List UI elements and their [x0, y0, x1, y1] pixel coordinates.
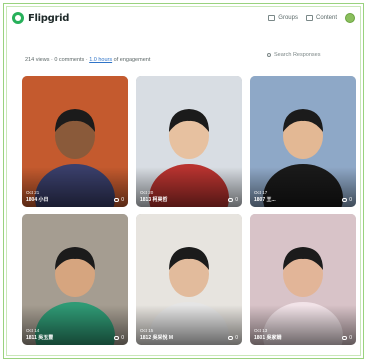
card-meta: Oct 20 1813 柯昊哲: [140, 190, 238, 203]
comment-count: 0: [121, 335, 124, 341]
nav-groups[interactable]: Groups: [268, 15, 298, 21]
card-meta: Oct 14 1811 吳玉豐: [26, 328, 124, 341]
search-input[interactable]: Search Responses: [267, 49, 349, 60]
card-comments[interactable]: 0: [342, 197, 352, 203]
stats-prefix: 214 views · 0 comments ·: [25, 57, 90, 63]
card-comments[interactable]: 0: [114, 335, 124, 341]
response-card[interactable]: Oct 20 1813 柯昊哲 0: [136, 76, 242, 207]
comment-icon: [114, 336, 120, 340]
top-bar: Flipgrid Groups Content: [12, 12, 355, 28]
card-meta: Oct 17 1807 王...: [254, 190, 352, 203]
card-date: Oct 21: [26, 190, 40, 195]
engagement-hours-link[interactable]: 1.0 hours: [89, 57, 112, 63]
card-date: Oct 14: [26, 328, 40, 333]
search-icon: [267, 52, 271, 57]
response-card[interactable]: Oct 13 1801 吳家姍 0: [250, 214, 356, 345]
search-placeholder: Search Responses: [274, 51, 321, 58]
nav-content[interactable]: Content: [305, 15, 337, 21]
response-card[interactable]: Oct 14 1811 吳玉豐 0: [22, 214, 128, 345]
stats-suffix: of engagement: [112, 57, 151, 63]
comment-count: 0: [121, 197, 124, 203]
comment-icon: [228, 336, 234, 340]
comment-count: 0: [349, 335, 352, 341]
card-name: 1813 柯昊哲: [140, 197, 168, 203]
card-meta: Oct 21 1804 小日: [26, 190, 124, 203]
groups-icon: [268, 15, 276, 21]
logo-text: Flipgrid: [28, 12, 70, 24]
content-icon: [305, 15, 313, 21]
card-comments[interactable]: 0: [228, 197, 238, 203]
comment-count: 0: [235, 197, 238, 203]
card-meta: Oct 15 1812 吳采悅 M: [140, 328, 238, 341]
card-date: Oct 13: [254, 328, 268, 333]
card-name: 1807 王...: [254, 197, 276, 203]
response-card[interactable]: Oct 17 1807 王... 0: [250, 76, 356, 207]
comment-icon: [114, 198, 120, 202]
card-date: Oct 20: [140, 190, 154, 195]
card-name: 1801 吳家姍: [254, 335, 282, 341]
card-name: 1812 吳采悅 M: [140, 335, 174, 341]
card-name: 1804 小日: [26, 197, 49, 203]
comment-count: 0: [349, 197, 352, 203]
comment-icon: [342, 198, 348, 202]
card-date: Oct 17: [254, 190, 268, 195]
flipgrid-logo-icon: [12, 12, 24, 24]
top-nav: Groups Content: [268, 13, 355, 23]
comment-icon: [228, 198, 234, 202]
engagement-stats: 214 views · 0 comments · 1.0 hours of en…: [25, 57, 150, 63]
card-comments[interactable]: 0: [342, 335, 352, 341]
card-comments[interactable]: 0: [228, 335, 238, 341]
response-card[interactable]: Oct 21 1804 小日 0: [22, 76, 128, 207]
comment-count: 0: [235, 335, 238, 341]
card-comments[interactable]: 0: [114, 197, 124, 203]
nav-groups-label: Groups: [278, 15, 298, 21]
nav-content-label: Content: [315, 15, 337, 21]
user-avatar[interactable]: [345, 13, 355, 23]
responses-grid: Oct 21 1804 小日 0 Oct 20 1813 柯昊哲 0 Oct 1…: [22, 76, 356, 345]
logo[interactable]: Flipgrid: [12, 12, 69, 24]
card-date: Oct 15: [140, 328, 154, 333]
card-meta: Oct 13 1801 吳家姍: [254, 328, 352, 341]
response-card[interactable]: Oct 15 1812 吳采悅 M 0: [136, 214, 242, 345]
card-name: 1811 吳玉豐: [26, 335, 54, 341]
comment-icon: [342, 336, 348, 340]
